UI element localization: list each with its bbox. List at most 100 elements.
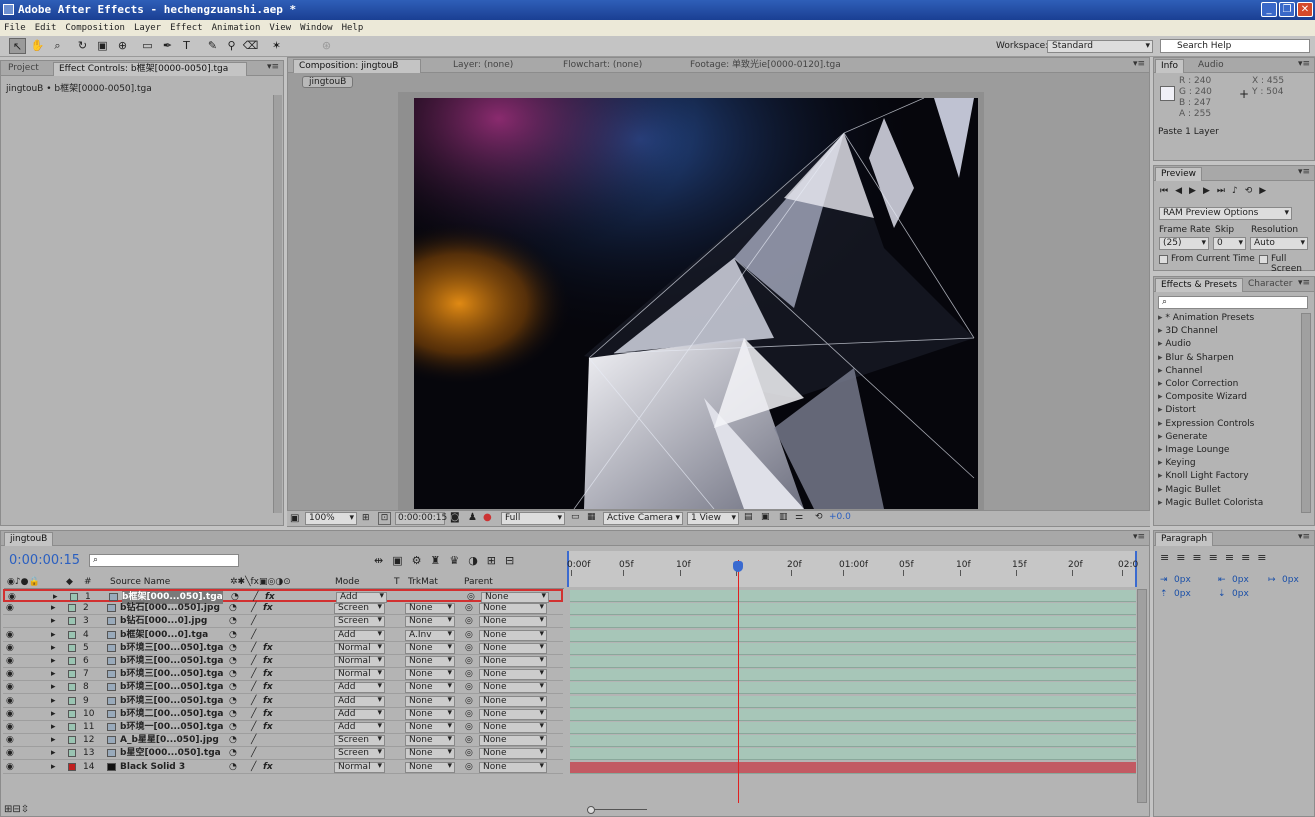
eye-icon[interactable]: ◉	[6, 629, 14, 642]
layer-name[interactable]: b环境三[00...050].tga	[120, 642, 223, 655]
expand-icon[interactable]: ▸	[51, 734, 56, 747]
view-layout-select[interactable]: 1 View	[687, 512, 739, 525]
panel-menu-icon[interactable]: ▾≡	[1133, 532, 1145, 542]
parent-select[interactable]: None	[479, 682, 547, 694]
expand-icon[interactable]: ▸	[51, 615, 56, 628]
eye-icon[interactable]: ◉	[6, 655, 14, 668]
zoom-tool-icon[interactable]: ⌕	[49, 38, 66, 54]
timeline-switches[interactable]: ⇹▣⚙♜♛◑⊞⊟	[374, 554, 523, 567]
frame-rate-select[interactable]: (25)	[1159, 237, 1209, 250]
effects-search-input[interactable]: ⌕	[1158, 296, 1308, 309]
pickwhip-icon[interactable]: ◎	[465, 721, 473, 734]
trkmat-select[interactable]: None	[405, 748, 455, 760]
parent-select[interactable]: None	[479, 708, 547, 720]
eye-icon[interactable]: ◉	[6, 681, 14, 694]
timeline-icon[interactable]: ▥	[779, 512, 788, 522]
space-after-value[interactable]: 0px	[1232, 589, 1249, 599]
layer-name[interactable]: Black Solid 3	[120, 761, 185, 774]
pickwhip-icon[interactable]: ◎	[465, 734, 473, 747]
first-frame-icon[interactable]: ⏮	[1160, 186, 1175, 196]
ram-preview-icon[interactable]: ▶	[1259, 186, 1273, 196]
parent-select[interactable]: None	[479, 603, 547, 615]
brush-tool-icon[interactable]: ✎	[204, 38, 221, 54]
layer-duration-bar[interactable]	[570, 616, 1136, 629]
menu-window[interactable]: Window	[300, 23, 333, 33]
trkmat-select[interactable]: None	[405, 603, 455, 615]
quality-icon[interactable]: ╱	[251, 695, 256, 708]
source-name-header[interactable]: Source Name	[110, 577, 170, 587]
shy-icon[interactable]: ◔	[229, 681, 237, 694]
label-color-swatch[interactable]	[68, 762, 76, 771]
menu-animation[interactable]: Animation	[212, 23, 261, 33]
shy-icon[interactable]: ◔	[229, 615, 237, 628]
layer-duration-bar[interactable]	[570, 590, 1136, 602]
parent-select[interactable]: None	[479, 722, 547, 733]
quality-icon[interactable]: ╱	[251, 747, 256, 760]
trkmat-select[interactable]: None	[405, 695, 455, 707]
hand-tool-icon[interactable]: ✋	[29, 38, 46, 54]
label-color-swatch[interactable]	[68, 723, 76, 731]
parent-select[interactable]: None	[479, 761, 547, 773]
expand-icon[interactable]: ▸	[51, 629, 56, 642]
clone-tool-icon[interactable]: ⚲	[223, 38, 240, 54]
comp-name-button[interactable]: jingtouB	[302, 76, 354, 88]
parent-select[interactable]: None	[479, 616, 547, 628]
eye-icon[interactable]: ◉	[6, 642, 14, 655]
tab-info[interactable]: Info	[1155, 59, 1185, 73]
tab-footage[interactable]: Footage: 单致光ie[0000-0120].tga	[685, 59, 846, 73]
quality-icon[interactable]: ╱	[251, 721, 256, 734]
shy-icon[interactable]: ◔	[229, 695, 237, 708]
pickwhip-icon[interactable]: ◎	[465, 708, 473, 721]
layer-duration-bar[interactable]	[570, 669, 1136, 682]
eye-icon[interactable]: ◉	[6, 721, 14, 734]
table-row[interactable]: ◉ ▸ 10 b环境二[00...050].tga ◔ ╱ fx Add None ◎ None	[3, 708, 563, 721]
effect-category[interactable]: Blur & Sharpen	[1158, 352, 1233, 365]
prev-frame-icon[interactable]: ◀	[1175, 186, 1189, 196]
table-row[interactable]: ◉ ▸ 6 b环境三[00...050].tga ◔ ╱ fx Normal None ◎ None	[3, 655, 563, 668]
fx-icon[interactable]: fx	[263, 721, 273, 734]
fx-icon[interactable]: fx	[263, 681, 273, 694]
flowchart-icon[interactable]: ⚌	[795, 512, 803, 522]
table-row[interactable]: ◉ ▸ 13 b星空[000...050].tga ◔ ╱ Screen None ◎ None	[3, 747, 563, 761]
pickwhip-icon[interactable]: ◎	[465, 602, 473, 615]
blend-mode-select[interactable]: Add	[334, 629, 385, 641]
show-snapshot-icon[interactable]: ♟	[468, 512, 477, 523]
full-screen-checkbox[interactable]	[1259, 255, 1268, 264]
parent-select[interactable]: None	[479, 629, 547, 641]
last-frame-icon[interactable]: ⏭	[1217, 186, 1232, 196]
label-color-swatch[interactable]	[68, 670, 76, 679]
label-color-swatch[interactable]	[68, 617, 76, 626]
menu-layer[interactable]: Layer	[134, 23, 161, 33]
pickwhip-icon[interactable]: ◎	[465, 642, 473, 655]
current-time-indicator[interactable]	[738, 560, 739, 803]
tab-effect-controls[interactable]: Effect Controls: b框架[0000-0050].tga	[53, 62, 247, 76]
layer-duration-bar[interactable]	[570, 629, 1136, 642]
quality-icon[interactable]: ╱	[251, 734, 256, 747]
layer-name[interactable]: b环境一[00...050].tga	[120, 721, 223, 734]
quality-icon[interactable]: ╱	[251, 642, 256, 655]
fx-icon[interactable]: fx	[263, 602, 273, 615]
quality-icon[interactable]: ╱	[251, 668, 256, 681]
eye-icon[interactable]: ◉	[6, 708, 14, 721]
layer-name[interactable]: b环境二[00...050].tga	[120, 708, 223, 721]
tab-character[interactable]: Character	[1243, 278, 1297, 292]
expand-icon[interactable]: ▸	[51, 721, 56, 734]
skip-select[interactable]: 0	[1213, 237, 1246, 250]
parent-select[interactable]: None	[479, 656, 547, 667]
channel-icon[interactable]: ●	[483, 512, 492, 523]
selection-tool-icon[interactable]: ↖	[9, 38, 26, 54]
layer-name[interactable]: b环境三[00...050].tga	[120, 655, 223, 668]
layer-search-input[interactable]: ⌕	[89, 554, 239, 567]
blend-mode-select[interactable]: Normal	[334, 656, 385, 667]
pickwhip-icon[interactable]: ◎	[465, 629, 473, 642]
quality-icon[interactable]: ╱	[251, 761, 256, 774]
panel-menu-icon[interactable]: ▾≡	[1298, 278, 1310, 288]
close-button[interactable]: ✕	[1297, 2, 1313, 17]
transparency-grid-icon[interactable]: ▦	[587, 512, 596, 522]
blend-mode-select[interactable]: Normal	[334, 669, 385, 681]
pen-tool-icon[interactable]: ✒	[159, 38, 176, 54]
snapshot-icon[interactable]: ◙	[450, 512, 460, 523]
layer-name[interactable]: b环境三[00...050].tga	[120, 695, 223, 708]
tab-layer[interactable]: Layer: (none)	[448, 59, 518, 73]
trkmat-select[interactable]: None	[405, 708, 455, 720]
